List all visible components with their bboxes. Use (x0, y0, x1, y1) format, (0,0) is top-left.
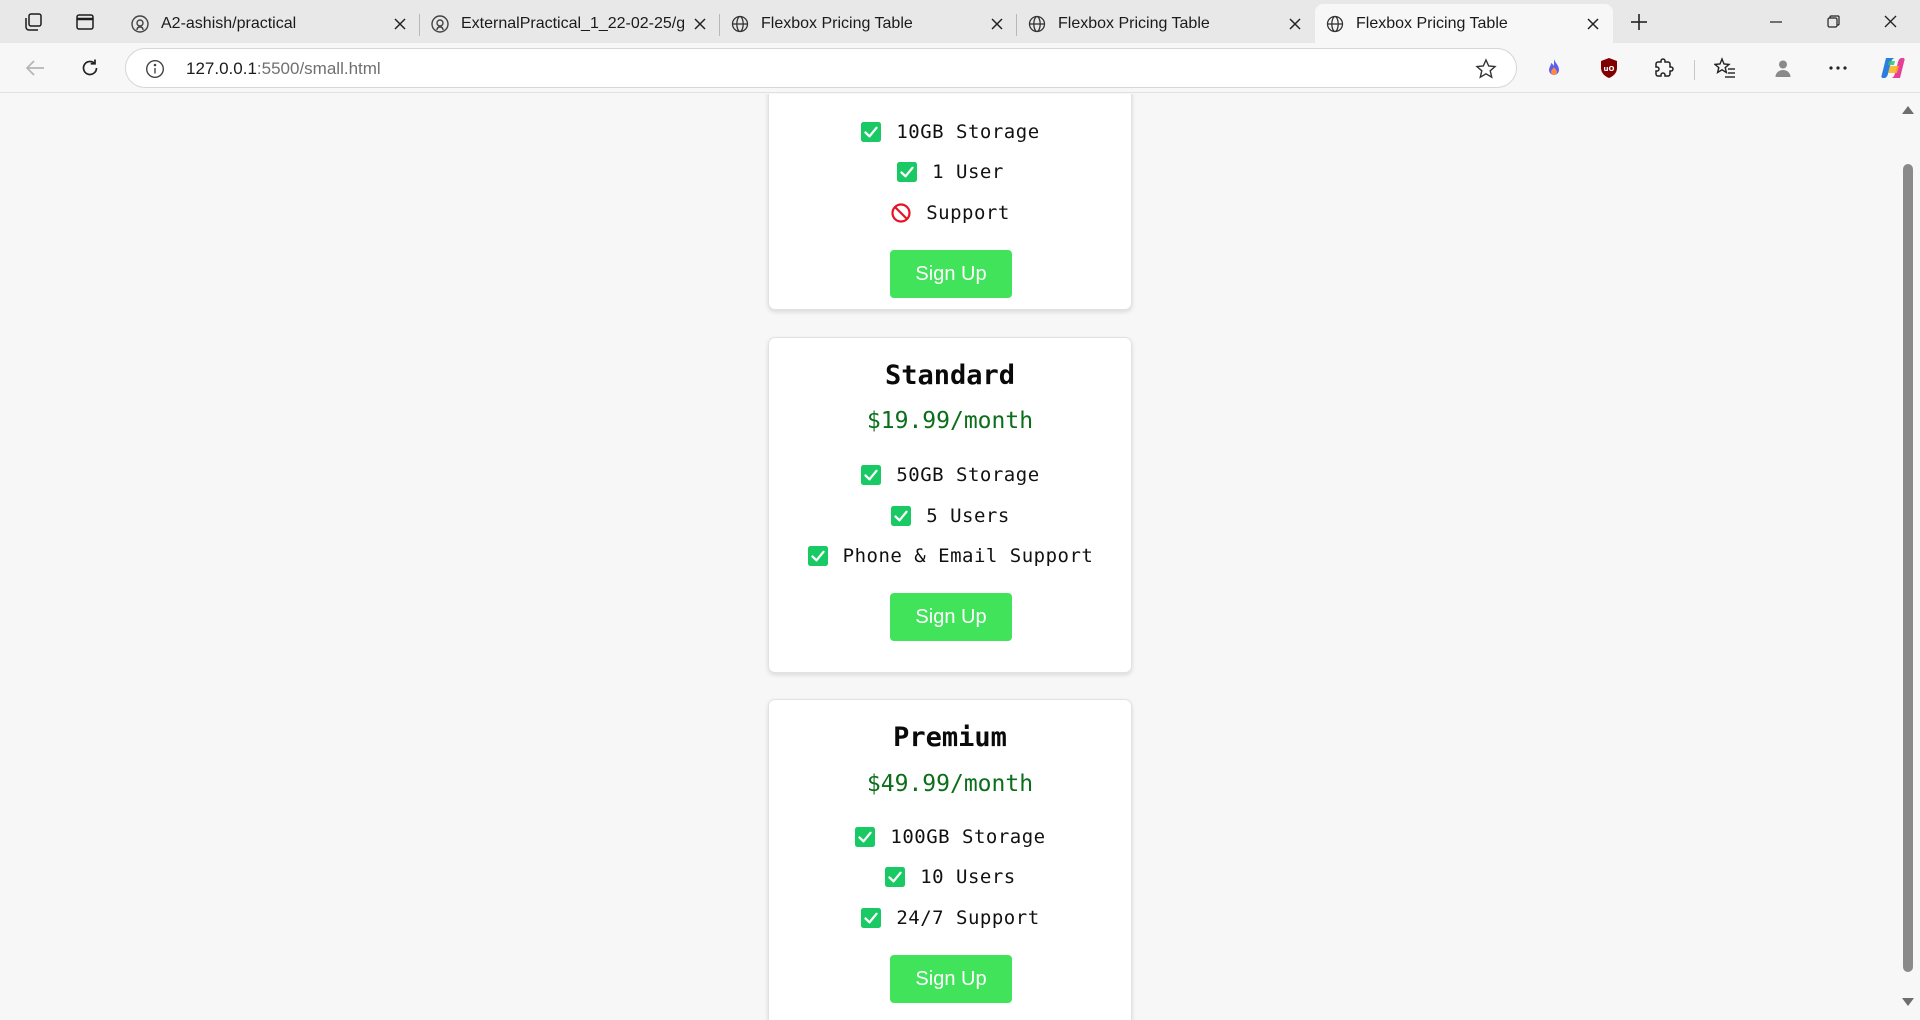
feature-text: Support (926, 202, 1010, 224)
check-icon (884, 866, 906, 888)
globe-icon (1325, 14, 1345, 34)
svg-text:uO: uO (1604, 65, 1615, 73)
tab-strip: A2-ashish/practical ExternalPractical_1_… (0, 0, 1920, 43)
extension-flame-icon[interactable] (1538, 52, 1570, 84)
signup-button[interactable]: Sign Up (890, 250, 1012, 298)
check-icon (860, 121, 882, 143)
copilot-icon[interactable] (1877, 52, 1909, 84)
url-host: 127.0.0.1 (186, 59, 257, 78)
feature-text: 50GB Storage (896, 464, 1040, 486)
favorites-icon[interactable] (1709, 52, 1741, 84)
globe-icon (730, 14, 750, 34)
feature-text: 5 Users (926, 505, 1010, 527)
url-path: :5500/small.html (256, 59, 381, 78)
feature-text: 24/7 Support (896, 907, 1040, 929)
refresh-icon[interactable] (74, 52, 106, 84)
scrollbar-thumb[interactable] (1903, 164, 1913, 972)
plan-price: $19.99/month (866, 408, 1034, 434)
feature-text: 10GB Storage (896, 121, 1040, 143)
feature-item: Phone & Email Support (769, 545, 1131, 567)
restore-icon[interactable] (1805, 0, 1861, 43)
plan-name: Standard (884, 360, 1016, 391)
page-viewport: 10GB Storage 1 User Support Sign Up Stan… (0, 94, 1920, 1020)
feature-text: Phone & Email Support (842, 545, 1094, 567)
plan-price: $49.99/month (866, 771, 1034, 797)
close-tab-icon[interactable] (1285, 14, 1305, 34)
back-icon[interactable] (19, 52, 51, 84)
check-icon (854, 826, 876, 848)
feature-text: 100GB Storage (890, 826, 1046, 848)
check-icon (860, 907, 882, 929)
tab-title: Flexbox Pricing Table (761, 14, 913, 32)
tab-4[interactable]: Flexbox Pricing Table (1017, 4, 1315, 43)
prohibited-icon (890, 202, 912, 224)
close-tab-icon[interactable] (390, 14, 410, 34)
scroll-down-arrow-icon[interactable] (1901, 994, 1915, 1012)
tab-title: ExternalPractical_1_22-02-25/goal (461, 14, 684, 32)
close-tab-icon[interactable] (1583, 14, 1603, 34)
pricing-card-standard: Standard $19.99/month 50GB Storage 5 Use… (768, 337, 1132, 673)
close-window-icon[interactable] (1862, 0, 1918, 43)
feature-item: 50GB Storage (769, 464, 1131, 486)
tab-3[interactable]: Flexbox Pricing Table (720, 4, 1017, 43)
toolbar-divider (1694, 60, 1695, 80)
vertical-tabs-icon[interactable] (70, 8, 100, 36)
feature-text: 10 Users (920, 866, 1016, 888)
globe-icon (1027, 14, 1047, 34)
tab-1[interactable]: A2-ashish/practical (120, 4, 420, 43)
tab-title: Flexbox Pricing Table (1058, 14, 1210, 32)
url-text[interactable]: 127.0.0.1:5500/small.html (186, 59, 381, 79)
favorite-star-icon[interactable] (1474, 57, 1498, 81)
feature-item: 10 Users (769, 866, 1131, 888)
plan-name: Premium (893, 722, 1007, 753)
tab-title: A2-ashish/practical (161, 14, 297, 32)
close-tab-icon[interactable] (987, 14, 1007, 34)
site-info-icon[interactable] (144, 58, 166, 80)
github-icon (430, 14, 450, 34)
feature-item: Support (769, 202, 1131, 224)
pricing-card-basic: 10GB Storage 1 User Support Sign Up (768, 94, 1132, 310)
feature-text: 1 User (932, 161, 1004, 183)
check-icon (890, 505, 912, 527)
pricing-card-premium: Premium $49.99/month 100GB Storage 10 Us… (768, 699, 1132, 1020)
ublock-icon[interactable]: uO (1593, 52, 1625, 84)
feature-item: 1 User (769, 161, 1131, 183)
feature-item: 24/7 Support (769, 907, 1131, 929)
check-icon (860, 464, 882, 486)
new-tab-icon[interactable] (1624, 8, 1654, 36)
feature-item: 100GB Storage (769, 826, 1131, 848)
check-icon (807, 545, 829, 567)
feature-item: 5 Users (769, 505, 1131, 527)
browser-toolbar: 127.0.0.1:5500/small.html uO (0, 43, 1920, 93)
vertical-scrollbar[interactable] (1896, 94, 1920, 1020)
scroll-up-arrow-icon[interactable] (1901, 102, 1915, 120)
extensions-icon[interactable] (1648, 52, 1680, 84)
close-tab-icon[interactable] (690, 14, 710, 34)
tab-5-active[interactable]: Flexbox Pricing Table (1315, 4, 1613, 43)
check-icon (896, 161, 918, 183)
tab-title: Flexbox Pricing Table (1356, 14, 1508, 32)
tab-2[interactable]: ExternalPractical_1_22-02-25/goal (420, 4, 720, 43)
profile-icon[interactable] (1767, 52, 1799, 84)
address-bar[interactable]: 127.0.0.1:5500/small.html (125, 48, 1517, 88)
feature-item: 10GB Storage (769, 121, 1131, 143)
github-icon (130, 14, 150, 34)
workspaces-icon[interactable] (18, 8, 48, 36)
signup-button[interactable]: Sign Up (890, 955, 1012, 1003)
signup-button[interactable]: Sign Up (890, 593, 1012, 641)
more-options-icon[interactable] (1822, 52, 1854, 84)
minimize-icon[interactable] (1748, 0, 1804, 43)
